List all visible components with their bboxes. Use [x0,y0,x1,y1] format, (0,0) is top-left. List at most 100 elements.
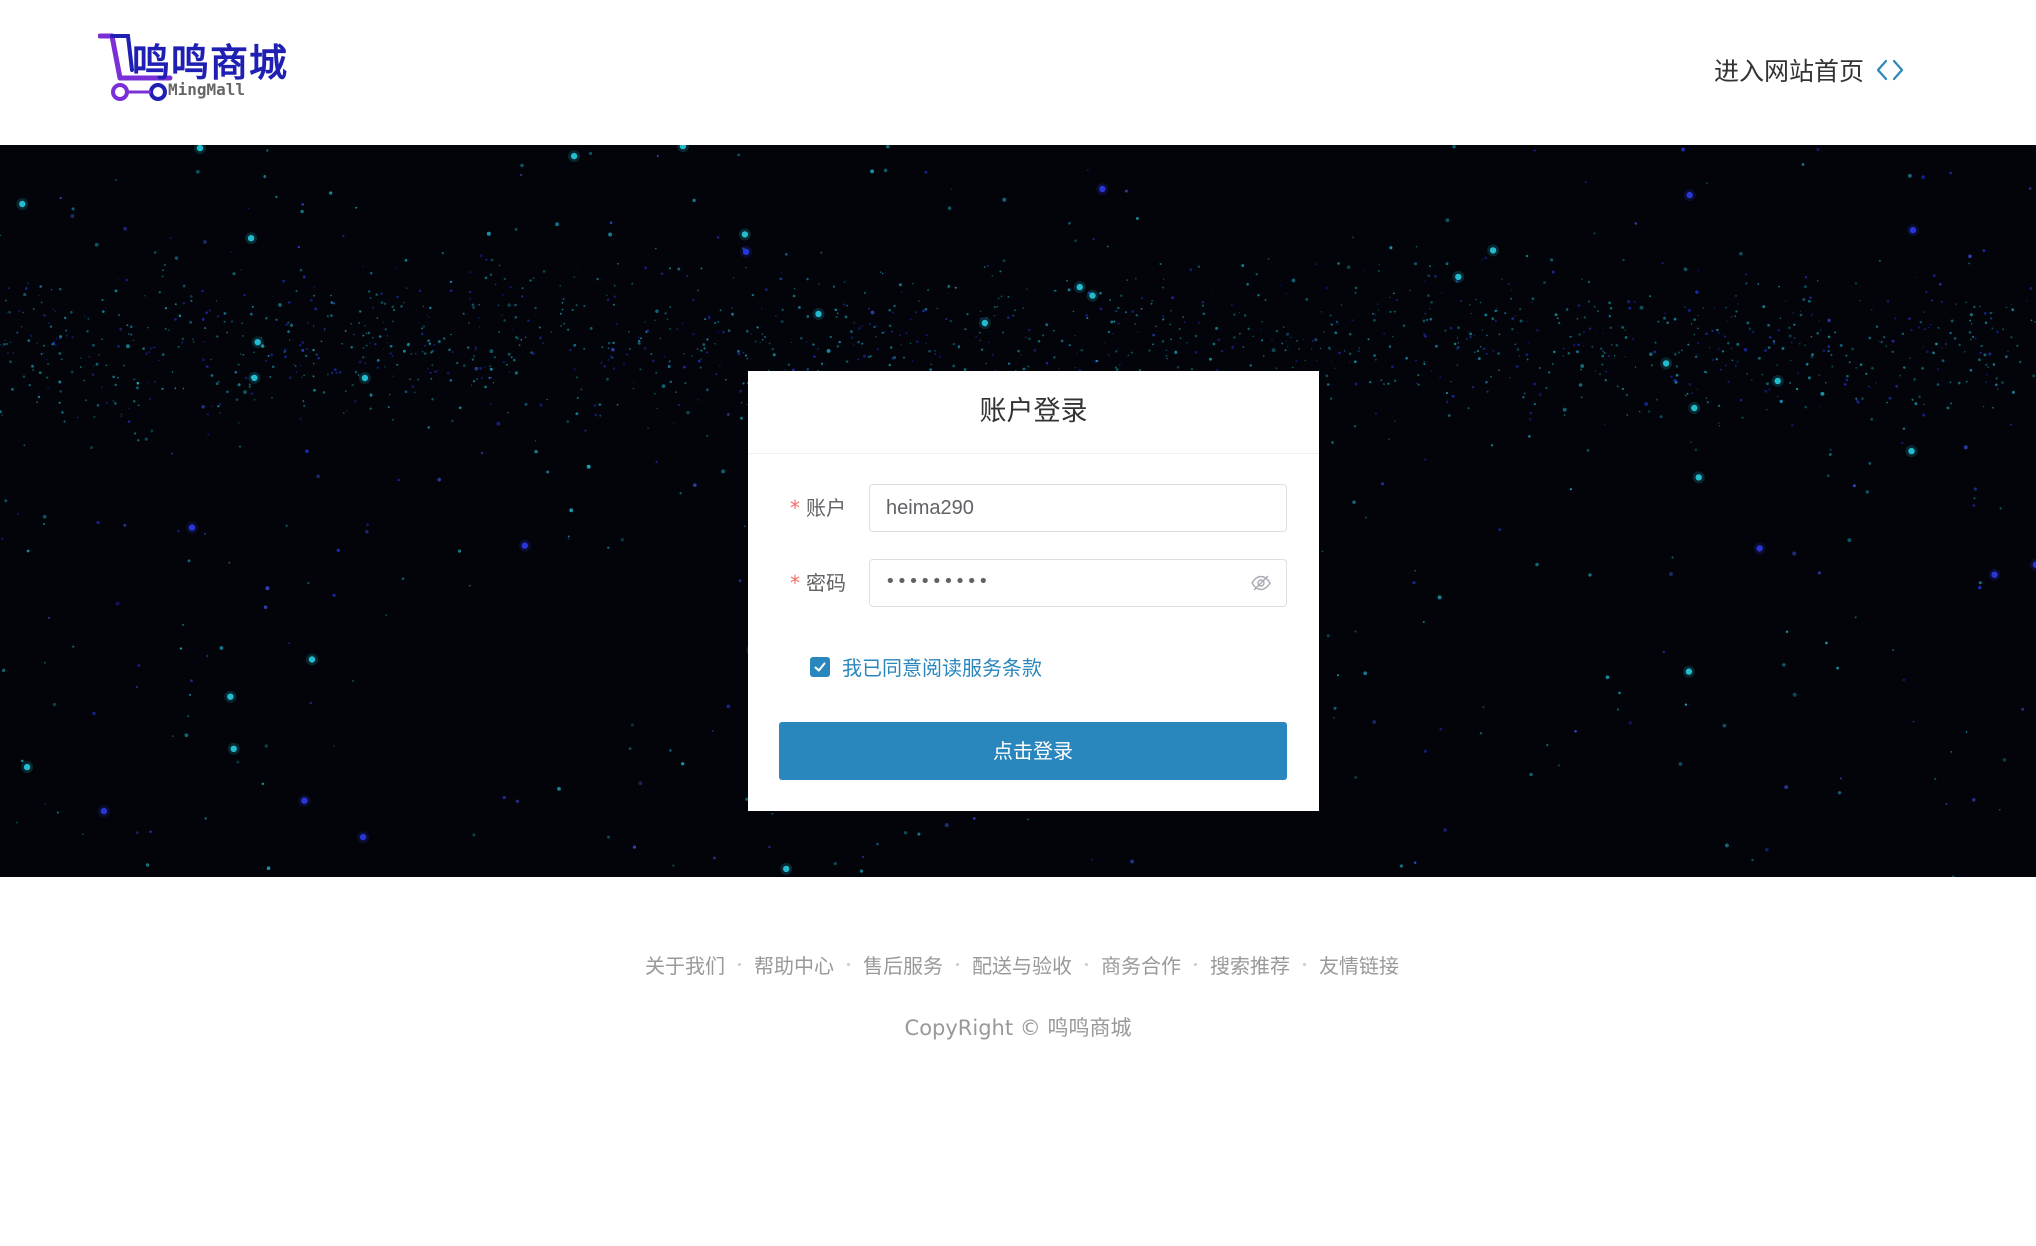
star-dot [1,537,4,540]
star-dot [655,309,659,314]
star-dot [1697,314,1699,317]
star-dot [1686,392,1689,395]
star-dot [278,303,282,307]
agree-terms-checkbox[interactable]: 我已同意阅读服务条款 [810,652,1042,681]
star-dot [1810,335,1813,338]
star-dot [469,271,472,274]
star-dot [1090,858,1093,861]
star-dot [1979,305,1981,308]
star-dot [265,359,268,362]
star-dot [313,388,316,392]
star-dot [15,821,18,824]
star-dot [1392,335,1394,338]
star-dot [377,359,380,362]
star-dot [1497,352,1500,355]
footer-link-about[interactable]: 关于我们 [645,950,725,979]
account-input[interactable] [869,484,1287,532]
star-dot [1479,301,1482,304]
star-dot [669,327,672,330]
star-dot [1389,296,1391,299]
footer-link-delivery[interactable]: 配送与验收 [972,950,1072,979]
star-dot [850,336,854,340]
star-dot [362,356,365,359]
star-dot [189,295,193,298]
agree-terms-label[interactable]: 我已同意阅读服务条款 [842,652,1042,681]
star-dot [1855,398,1859,402]
star-dot [1022,367,1026,371]
star-dot [1792,692,1797,697]
star-dot [1811,353,1814,356]
star-dot [189,320,193,324]
star-dot [1354,382,1358,386]
star-dot [1551,363,1554,365]
star-dot [43,522,46,525]
star-dot [223,320,226,323]
star-dot [201,404,206,409]
star-dot [861,325,863,327]
star-dot [669,267,671,270]
star-dot [333,368,337,372]
star-dot [1908,317,1911,320]
star-dot [1424,280,1426,282]
star-dot [361,374,369,382]
site-logo[interactable]: 鸣鸣商城 MingMall [98,30,338,105]
star-dot [336,548,340,552]
star-dot [1396,299,1399,301]
star-dot [1161,315,1165,318]
star-dot [663,355,666,358]
star-dot [48,322,50,324]
star-dot [912,282,914,285]
footer-link-business[interactable]: 商务合作 [1101,950,1181,979]
star-dot [1531,301,1533,303]
star-dot [1287,345,1289,348]
star-dot [271,365,275,369]
footer-link-friends[interactable]: 友情链接 [1319,950,1399,979]
star-dot [1275,367,1278,369]
eye-off-icon[interactable] [1250,572,1272,594]
star-dot [428,316,431,318]
star-dot [1509,377,1511,379]
star-dot [441,251,444,255]
star-dot [58,352,62,355]
star-dot [1936,383,1940,386]
star-dot [317,356,321,360]
enter-homepage-link[interactable]: 进入网站首页 [1714,52,1904,88]
footer-link-help[interactable]: 帮助中心 [754,950,834,979]
footer-link-search[interactable]: 搜索推荐 [1210,950,1290,979]
star-dot [341,343,344,345]
star-dot [1684,703,1688,706]
star-dot [863,291,867,295]
checkbox-checked-icon[interactable] [810,656,830,677]
star-dot [1818,320,1820,322]
star-dot [1804,405,1808,409]
star-dot [1427,294,1430,297]
password-input[interactable] [869,559,1287,607]
star-dot [546,398,548,401]
star-dot [451,419,454,423]
star-dot [1586,449,1590,452]
star-dot [692,332,695,336]
star-dot [1340,304,1343,306]
star-dot [306,322,309,325]
star-dot [717,321,720,323]
star-dot [1601,354,1605,358]
star-dot [1466,338,1468,340]
star-dot [1581,278,1583,281]
star-dot [31,364,34,368]
star-dot [1746,373,1748,375]
star-dot [1393,310,1396,313]
star-dot [1583,331,1585,333]
star-dot [1985,373,1988,376]
star-dot [1329,348,1331,351]
login-button[interactable]: 点击登录 [779,722,1287,780]
star-dot [870,310,875,315]
star-dot [249,312,253,316]
star-dot [589,326,593,330]
star-dot [180,341,184,344]
star-dot [63,420,66,423]
star-dot [1443,828,1447,832]
star-dot [1830,353,1833,356]
star-dot [1973,305,1976,309]
star-dot [686,410,690,415]
footer-link-after-sales[interactable]: 售后服务 [863,950,943,979]
